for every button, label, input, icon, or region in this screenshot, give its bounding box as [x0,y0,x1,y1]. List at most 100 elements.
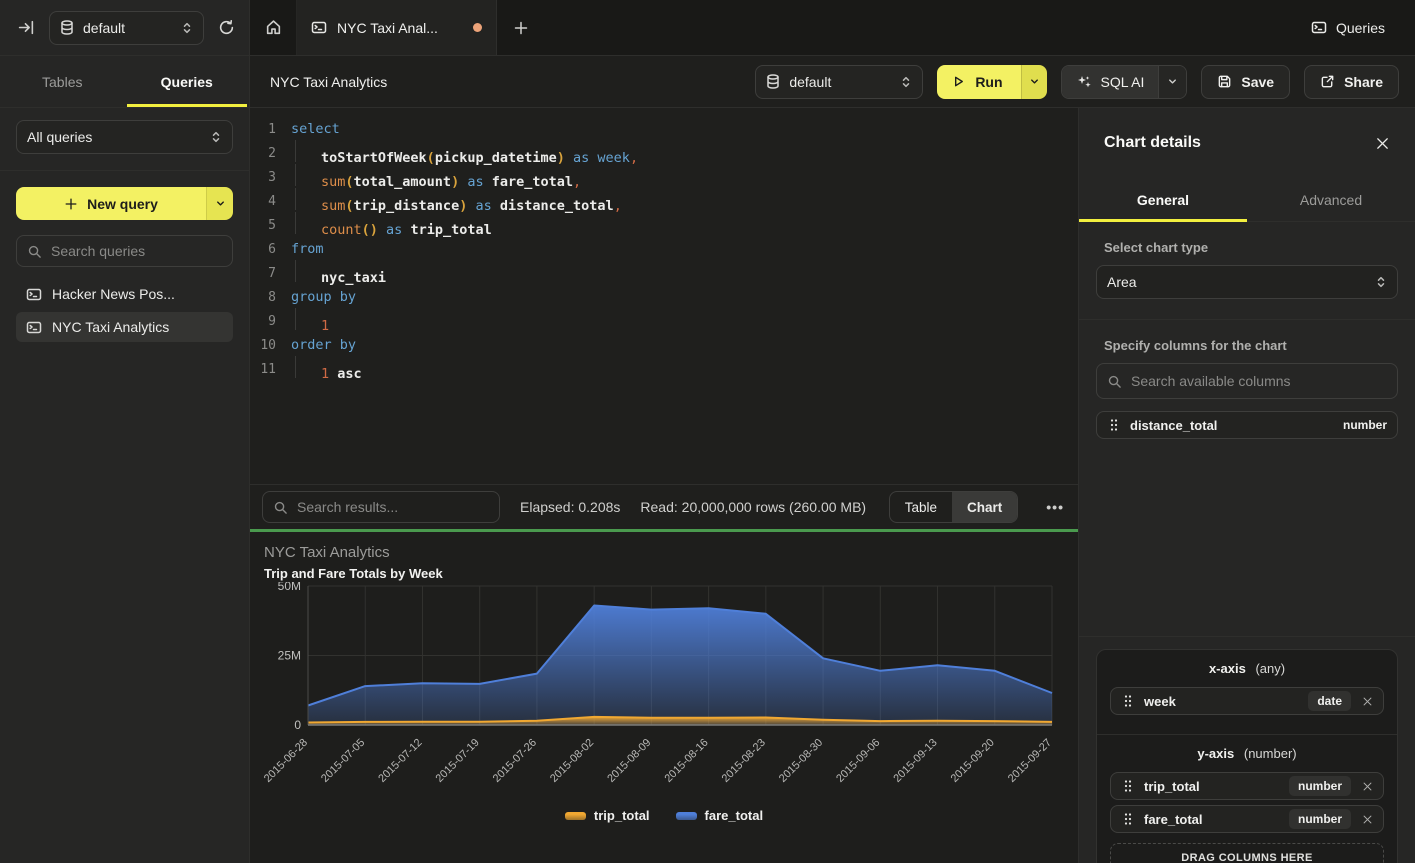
column-chip[interactable]: fare_total number [1110,805,1384,833]
tab-general[interactable]: General [1079,178,1247,221]
save-button[interactable]: Save [1201,65,1290,99]
remove-column-icon[interactable] [1362,696,1373,707]
columns-search-input[interactable] [1131,373,1387,389]
remove-column-icon[interactable] [1362,814,1373,825]
sql-ai-button[interactable]: SQL AI [1062,66,1159,98]
column-chip-name: fare_total [1144,812,1278,827]
results-more-menu-icon[interactable]: ••• [1038,499,1066,515]
search-icon [27,244,42,259]
new-query-split-button: New query [16,187,233,220]
queries-indicator-label: Queries [1336,20,1385,36]
view-chart-button[interactable]: Chart [952,492,1017,522]
chart-type-select[interactable]: Area [1096,265,1398,299]
svg-text:2015-09-13: 2015-09-13 [891,737,939,785]
x-axis-header: x-axis (any) [1110,661,1384,676]
new-query-options-button[interactable] [206,187,233,220]
tab-queries[interactable]: Queries [125,56,250,107]
terminal-icon [26,320,42,335]
code-line[interactable]: 5 count() as trip_total [250,213,1078,237]
drag-columns-drop-zone[interactable]: DRAG COLUMNS HERE [1110,843,1384,863]
toolbar-database-selector[interactable]: default [755,65,923,99]
database-selector[interactable]: default [49,11,204,45]
new-tab-button[interactable] [497,0,545,55]
legend-label: fare_total [705,808,764,823]
chevron-down-icon [215,198,226,209]
svg-text:2015-09-20: 2015-09-20 [949,737,997,785]
results-toolbar: Elapsed: 0.208s Read: 20,000,000 rows (2… [250,484,1078,529]
tab-advanced[interactable]: Advanced [1247,178,1415,221]
column-type-badge: number [1343,418,1387,432]
code-line[interactable]: 1 select [250,117,1078,141]
query-tab-label: NYC Taxi Anal... [337,20,463,36]
saved-query-item[interactable]: NYC Taxi Analytics [16,312,233,342]
chart-details-header: Chart details [1079,108,1415,178]
chart-type-value: Area [1107,274,1366,290]
code-line[interactable]: 11 1 asc [250,357,1078,381]
sql-ai-options-button[interactable] [1158,66,1186,98]
axes-config-box: x-axis (any) week date y-axis (number) t… [1096,649,1398,863]
svg-text:25M: 25M [278,649,301,663]
code-line[interactable]: 6 from [250,237,1078,261]
run-options-button[interactable] [1021,65,1047,99]
code-line[interactable]: 2 toStartOfWeek(pickup_datetime) as week… [250,141,1078,165]
drag-handle-icon[interactable] [1123,694,1133,708]
second-row: Tables Queries NYC Taxi Analytics defaul… [0,56,1415,108]
y-axis-label: y-axis [1197,746,1234,761]
sql-editor[interactable]: 1 select 2 toStartOfWeek(pickup_datetime… [250,108,1078,484]
chevron-updown-icon [900,75,912,89]
collapse-sidebar-icon[interactable] [18,19,35,36]
chart-details-tabs: General Advanced [1079,178,1415,222]
line-code: nyc_taxi [291,260,386,286]
line-number: 9 [250,314,276,329]
close-icon[interactable] [1375,136,1390,151]
svg-text:2015-06-28: 2015-06-28 [262,737,310,785]
code-line[interactable]: 8 group by [250,285,1078,309]
results-search-input[interactable] [297,499,489,515]
view-table-button[interactable]: Table [890,492,952,522]
queries-indicator[interactable]: Queries [1311,0,1415,55]
chart-details-panel: Chart details General Advanced Select ch… [1078,108,1415,863]
document-header: NYC Taxi Analytics default Run [250,56,1415,108]
database-icon [60,20,74,35]
legend-swatch [565,812,586,820]
home-tab-button[interactable] [250,0,297,55]
svg-text:2015-07-26: 2015-07-26 [491,737,539,785]
y-axis-columns: trip_total number fare_total number [1110,772,1384,833]
drag-handle-icon[interactable] [1109,418,1119,432]
share-button[interactable]: Share [1304,65,1399,99]
code-line[interactable]: 4 sum(trip_distance) as distance_total, [250,189,1078,213]
line-number: 8 [250,290,276,305]
column-chip[interactable]: distance_total number [1096,411,1398,439]
chart-title: NYC Taxi Analytics [264,544,390,561]
remove-column-icon[interactable] [1362,781,1373,792]
plus-icon [513,20,529,36]
run-button[interactable]: Run [937,65,1020,99]
code-line[interactable]: 10 order by [250,333,1078,357]
drag-handle-icon[interactable] [1123,812,1133,826]
code-line[interactable]: 9 1 [250,309,1078,333]
y-axis-section: y-axis (number) trip_total number fare_t… [1097,735,1397,863]
area-chart[interactable]: 025M50M2015-06-282015-07-052015-07-12201… [250,582,1078,808]
sql-ai-button-label: SQL AI [1101,74,1145,90]
line-number: 2 [250,146,276,161]
chart-panel: NYC Taxi Analytics Trip and Fare Totals … [250,532,1078,863]
column-chip-name: week [1144,694,1297,709]
query-search-input[interactable] [51,243,222,259]
legend-item[interactable]: trip_total [565,808,650,823]
column-chip[interactable]: week date [1110,687,1384,715]
legend-item[interactable]: fare_total [676,808,764,823]
drag-handle-icon[interactable] [1123,779,1133,793]
query-tab[interactable]: NYC Taxi Anal... [297,0,497,55]
refresh-icon[interactable] [218,19,235,36]
line-number: 7 [250,266,276,281]
code-line[interactable]: 3 sum(total_amount) as fare_total, [250,165,1078,189]
query-filter-select[interactable]: All queries [16,120,233,154]
chart-type-section: Select chart type Area [1079,222,1415,319]
legend-label: trip_total [594,808,650,823]
saved-query-item[interactable]: Hacker News Pos... [16,279,233,309]
available-columns-list: distance_total number [1096,411,1398,439]
column-chip[interactable]: trip_total number [1110,772,1384,800]
code-line[interactable]: 7 nyc_taxi [250,261,1078,285]
tab-tables[interactable]: Tables [0,56,125,107]
new-query-button[interactable]: New query [16,187,206,220]
